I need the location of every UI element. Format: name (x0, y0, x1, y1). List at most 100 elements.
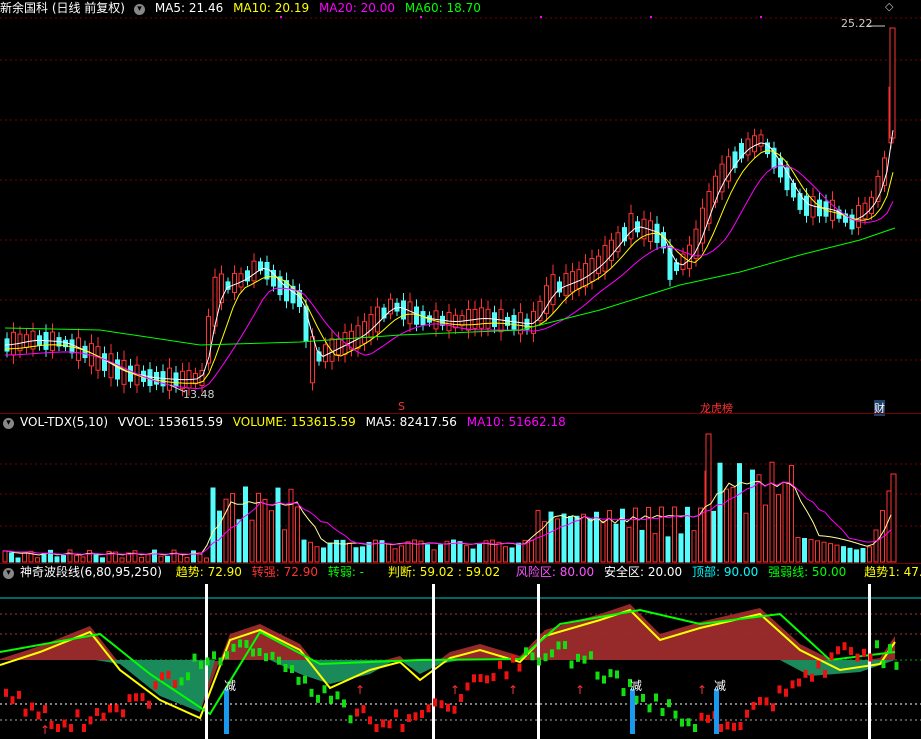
candle-body (368, 314, 374, 338)
wave-bar (875, 640, 879, 649)
wave-bar (790, 680, 795, 689)
volume-bar (626, 526, 632, 563)
dropdown-icon[interactable]: ▾ (134, 4, 145, 15)
volume-bar (392, 548, 398, 563)
candle-body (739, 143, 744, 159)
wave-bar (563, 641, 567, 650)
wave-bar (316, 694, 320, 703)
wave-bar (654, 693, 658, 702)
wave-bar (465, 682, 470, 691)
signal-bar (714, 689, 719, 734)
marker-dot (650, 16, 652, 18)
volume-bar (750, 469, 755, 563)
wave-bar (699, 712, 704, 721)
up-arrow-icon: ↑ (355, 683, 365, 697)
wave-bar (108, 704, 112, 713)
wave-bar (693, 724, 697, 732)
wave-bar (537, 657, 541, 666)
vol-ma5-value: MA5: 82417.56 (365, 415, 457, 429)
volume-bar (782, 481, 788, 563)
settings-icon[interactable]: ◇ (885, 0, 893, 13)
wave-bar (82, 724, 86, 732)
wave-bar (147, 700, 151, 709)
signal-vline (432, 584, 435, 739)
volume-bar (705, 433, 712, 563)
dropdown-icon[interactable]: ▾ (3, 418, 14, 429)
signal-vline (868, 584, 871, 739)
candle-body (602, 244, 608, 272)
indicator-chart[interactable]: ↑ ↑ ↑ ↑ ↑ ↑ (0, 564, 921, 739)
wave-bar (719, 724, 723, 732)
volume-bar (847, 547, 853, 563)
wave-bar (114, 704, 119, 713)
wave-bar (374, 724, 379, 732)
wave-bar (894, 661, 899, 670)
wave-bar (309, 688, 314, 697)
ma5-line (4, 130, 894, 381)
volume-bar (360, 546, 365, 563)
candle-body (147, 369, 153, 387)
volume-bar (587, 518, 593, 563)
candle-body (889, 27, 896, 139)
wave-bar (595, 671, 600, 680)
candle-body (804, 195, 809, 216)
wave-bar (160, 672, 164, 681)
wave-bar (615, 670, 619, 679)
indicator-panel[interactable]: ↑ ↑ ↑ ↑ ↑ ↑ ▾ 神奇波段线(6,80,95,250) 趋势: 72.90 转强:… (0, 564, 921, 739)
indicator-item: 风险区: 80.00 (515, 565, 595, 579)
wave-bar (56, 724, 60, 732)
signal-bar (630, 689, 635, 734)
price-panel[interactable]: 新余国科 (日线 前复权) ▾ MA5: 21.46 MA10: 20.19 MA… (0, 0, 921, 416)
wave-bar (4, 688, 8, 697)
volume-bar (165, 555, 170, 563)
candle-body (635, 221, 640, 233)
dropdown-icon[interactable]: ▾ (3, 568, 14, 579)
wave-bar (576, 653, 580, 662)
wave-bar (751, 701, 756, 710)
ma20-value: MA20: 20.00 (318, 1, 395, 15)
wave-bar (140, 693, 145, 702)
volume-bar (132, 550, 138, 563)
volume-bar (171, 549, 177, 563)
wave-bar (17, 690, 21, 699)
volume-panel[interactable]: ▾ VOL-TDX(5,10) VVOL: 153615.59 VOLUME: 1… (0, 414, 921, 564)
wave-bar (329, 695, 333, 704)
volume-bar (54, 556, 60, 563)
volume-bar (600, 520, 606, 563)
wave-bar (277, 656, 281, 665)
candle-body (95, 346, 101, 371)
candle-body (687, 244, 692, 270)
volume-bar (399, 545, 404, 563)
wave-bar (608, 669, 613, 678)
wave-bar (478, 674, 483, 683)
volume-bar (269, 510, 274, 563)
ma5-value: MA5: 21.46 (154, 1, 224, 15)
candle-body (596, 255, 601, 274)
wave-bar (771, 703, 775, 712)
wave-bar (706, 714, 710, 723)
stock-title: 新余国科 (日线 前复权) (0, 1, 125, 15)
volume-bar (48, 549, 53, 563)
candle-body (745, 138, 751, 156)
volume-chart[interactable] (0, 414, 921, 564)
volume-bar (22, 551, 27, 563)
wave-bar (823, 669, 827, 678)
volume-bar (366, 541, 372, 563)
candlestick-chart[interactable] (0, 0, 921, 414)
candle-body (667, 246, 673, 280)
wave-bar (777, 685, 782, 694)
volume-bar (815, 540, 820, 563)
wave-bar (238, 639, 242, 648)
marker-s[interactable]: S (398, 400, 405, 413)
candle-body (576, 269, 582, 290)
volume-header: ▾ VOL-TDX(5,10) VVOL: 153615.59 VOLUME: 1… (0, 414, 572, 430)
volume-bar (477, 543, 482, 563)
candle-body (414, 306, 419, 325)
volume-bar (87, 549, 92, 563)
wave-bar (361, 705, 366, 714)
volume-bar (776, 494, 781, 563)
wave-bar (296, 676, 301, 685)
volume-bar (301, 539, 307, 563)
volume-bar (620, 508, 625, 563)
volume-bar (80, 556, 86, 563)
